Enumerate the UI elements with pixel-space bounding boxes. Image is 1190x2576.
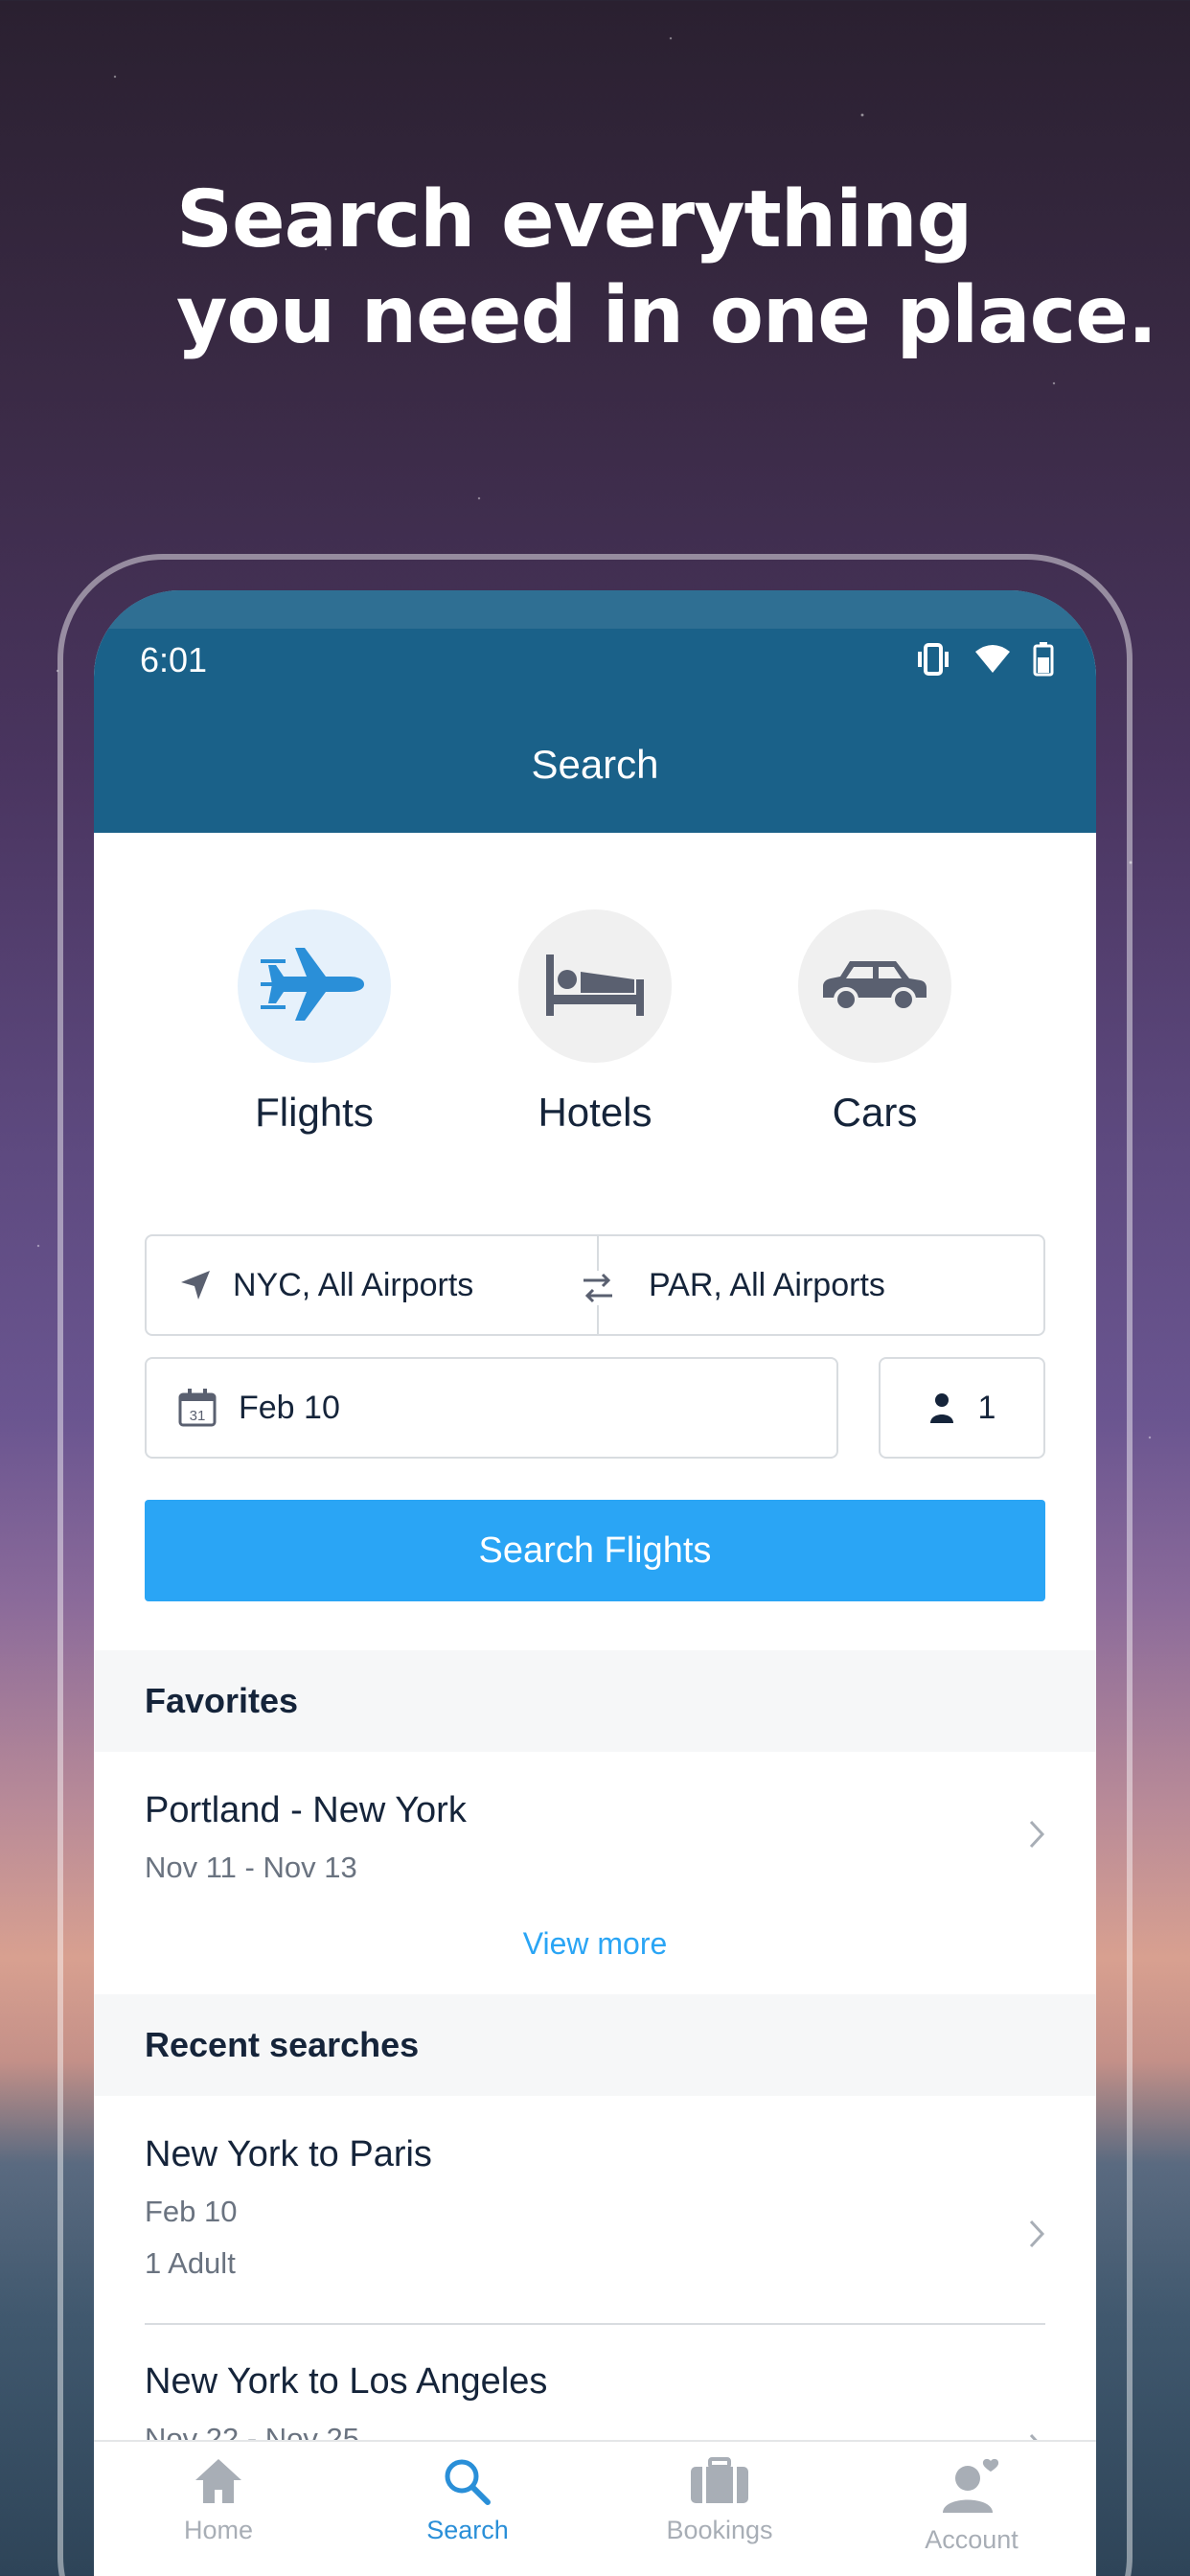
travelers-field[interactable]: 1 [879, 1357, 1045, 1459]
location-arrow-icon [179, 1269, 212, 1301]
nav-home[interactable]: Home [94, 2457, 343, 2545]
category-flights[interactable]: Flights [209, 909, 420, 1136]
home-icon [194, 2459, 243, 2509]
chevron-right-icon [1028, 1819, 1045, 1854]
origin-field[interactable]: NYC, All Airports [147, 1236, 597, 1334]
recent-searches-header: Recent searches [94, 1994, 1096, 2096]
category-hotels[interactable]: Hotels [490, 909, 700, 1136]
list-divider [145, 2323, 1045, 2325]
recent-search-travelers: 1 Adult [145, 2246, 236, 2280]
search-flights-button[interactable]: Search Flights [145, 1500, 1045, 1601]
marketing-headline: Search everything you need in one place. [176, 172, 1157, 364]
origin-value: NYC, All Airports [233, 1266, 474, 1303]
recent-search-title: New York to Los Angeles [145, 2361, 548, 2402]
category-hotels-circle [518, 909, 672, 1063]
nav-account-label: Account [925, 2525, 1018, 2554]
nav-search[interactable]: Search [343, 2457, 592, 2545]
phone-screen: 6:01 Search Flights Hotels Cars NYC, All… [94, 590, 1096, 2576]
headline-line-1: Search everything [176, 174, 973, 265]
nav-account[interactable]: Account [847, 2457, 1096, 2555]
category-cars[interactable]: Cars [769, 909, 980, 1136]
bed-icon [542, 951, 648, 1023]
favorites-header: Favorites [94, 1650, 1096, 1752]
briefcase-icon [689, 2457, 750, 2509]
status-icons [914, 642, 1054, 681]
status-time: 6:01 [140, 640, 208, 679]
calendar-icon: 31 [177, 1388, 217, 1428]
recent-search-title: New York to Paris [145, 2134, 432, 2174]
bottom-navigation: Home Search Bookings Account [94, 2440, 1096, 2576]
status-bar-background [94, 590, 1096, 629]
category-cars-circle [798, 909, 951, 1063]
search-icon [443, 2459, 492, 2509]
category-hotels-label: Hotels [538, 1090, 652, 1135]
wifi-icon [973, 644, 1012, 679]
chevron-right-icon [1028, 2219, 1045, 2254]
category-flights-circle [238, 909, 391, 1063]
nav-search-label: Search [426, 2516, 509, 2544]
svg-text:31: 31 [190, 1408, 206, 1424]
destination-field[interactable]: PAR, All Airports [599, 1236, 1045, 1334]
view-more-link[interactable]: View more [94, 1926, 1096, 1962]
category-cars-label: Cars [832, 1090, 918, 1135]
battery-icon [1033, 642, 1054, 681]
screen-title: Search [531, 742, 659, 787]
favorite-item[interactable]: Portland - New York Nov 11 - Nov 13 [145, 1790, 1045, 1885]
airplane-icon [261, 944, 368, 1029]
nav-bookings-label: Bookings [666, 2516, 773, 2544]
nav-bookings[interactable]: Bookings [595, 2457, 844, 2545]
travelers-value: 1 [977, 1389, 996, 1426]
car-icon [821, 955, 928, 1018]
category-flights-label: Flights [255, 1090, 374, 1135]
nav-home-label: Home [183, 2516, 254, 2544]
route-field: NYC, All Airports PAR, All Airports [145, 1234, 1045, 1336]
favorite-item-title: Portland - New York [145, 1790, 467, 1830]
favorite-item-dates: Nov 11 - Nov 13 [145, 1851, 357, 1884]
app-header: 6:01 Search [94, 590, 1096, 833]
vibrate-icon [914, 643, 952, 680]
date-value: Feb 10 [239, 1389, 340, 1426]
account-icon [941, 2458, 1002, 2518]
recent-search-item[interactable]: New York to Paris Feb 10 1 Adult [145, 2134, 1045, 2281]
recent-search-dates: Feb 10 [145, 2195, 238, 2228]
person-icon [928, 1392, 955, 1423]
destination-value: PAR, All Airports [649, 1266, 885, 1303]
headline-line-2: you need in one place. [176, 270, 1157, 361]
date-field[interactable]: 31 Feb 10 [145, 1357, 838, 1459]
